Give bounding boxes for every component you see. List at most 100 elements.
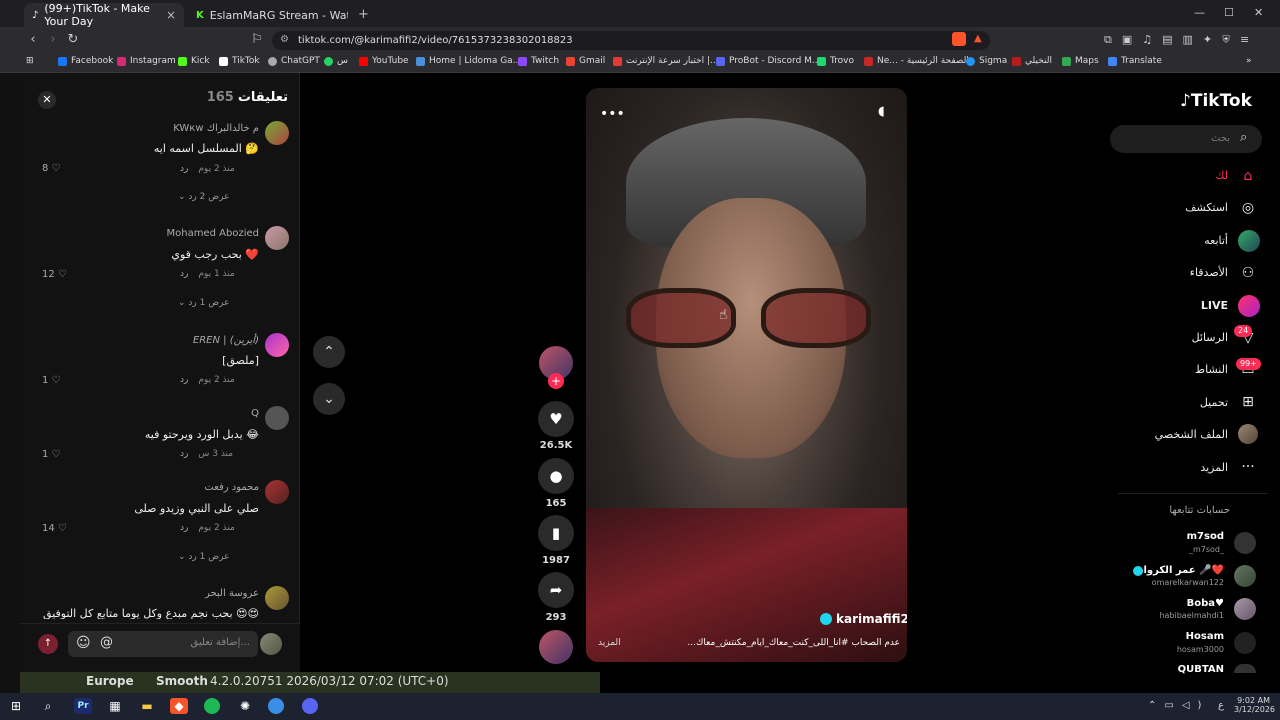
avatar[interactable] (265, 121, 289, 145)
profile-icon[interactable] (1238, 424, 1258, 444)
bookmark-translate[interactable]: Translate (1108, 56, 1162, 66)
follow-plus-icon[interactable]: + (548, 373, 564, 389)
save-icon[interactable]: ▮ (538, 515, 574, 551)
bookmark-chatgpt[interactable]: ChatGPT (268, 56, 320, 66)
url-bar[interactable]: tiktok.com/@karimafifi2/video/7615373238… (272, 31, 990, 50)
nav-messages[interactable]: الرسائل (1118, 331, 1228, 344)
bookmark-probot[interactable]: ProBot - Discord M... (716, 56, 821, 66)
comment-like[interactable]: 14 ♡ (42, 523, 67, 534)
following-avatar[interactable] (1234, 598, 1256, 620)
bookmark-sigma[interactable]: Sigma (966, 56, 1007, 66)
comment-like[interactable]: 8 ♡ (42, 163, 61, 174)
comment-like[interactable]: 1 ♡ (42, 375, 61, 386)
reload-icon[interactable]: ↻ (64, 32, 82, 48)
brave-shield-icon[interactable] (952, 32, 966, 46)
send-comment-icon[interactable]: ↑ (38, 634, 58, 654)
avatar[interactable] (265, 480, 289, 504)
following-avatar[interactable] (1234, 565, 1256, 587)
search-icon[interactable]: ⌕ (39, 698, 57, 714)
nav-live[interactable]: LIVE (1118, 299, 1228, 312)
new-tab-icon[interactable]: + (358, 7, 369, 22)
view-replies[interactable]: ⌄ عرض 2 رد (178, 192, 229, 202)
emoji-icon[interactable]: ☺ (76, 635, 91, 651)
comment-like[interactable]: 1 ♡ (42, 449, 61, 460)
bookmark-youtube[interactable]: YouTube (359, 56, 409, 66)
reply-button[interactable]: رد (180, 523, 188, 533)
home-icon[interactable]: ⌂ (1238, 166, 1258, 186)
language-indicator[interactable]: ع (1218, 700, 1224, 711)
comment-username[interactable]: EREN | (أيرين) (34, 335, 259, 346)
extensions-icons[interactable]: ⧉▣♫▤▥✦⛨≡ (1104, 33, 1259, 47)
back-icon[interactable]: ‹ (24, 32, 42, 48)
avatar[interactable] (265, 586, 289, 610)
following-account-name[interactable]: m7sod (1114, 531, 1224, 542)
view-replies[interactable]: ⌄ عرض 1 رد (178, 552, 229, 562)
bookmark-gmail[interactable]: Gmail (566, 56, 605, 66)
upload-icon[interactable]: ⊞ (1238, 392, 1258, 412)
reply-button[interactable]: رد (180, 449, 188, 459)
forward-icon[interactable]: › (44, 32, 62, 48)
bookmark-icon[interactable]: ⚐ (248, 32, 266, 48)
brave-icon[interactable]: ◆ (170, 698, 188, 714)
comment-username[interactable]: محمود رفعت (34, 482, 259, 493)
site-info-icon[interactable]: ⚙ (280, 34, 289, 45)
chatgpt-icon[interactable]: ✺ (236, 698, 254, 714)
view-replies[interactable]: ⌄ عرض 1 رد (178, 298, 229, 308)
comment-username[interactable]: Q (34, 408, 259, 419)
friends-icon[interactable]: ⚇ (1238, 263, 1258, 283)
following-account-name[interactable]: QUBTAN (1114, 664, 1224, 675)
next-video-icon[interactable]: ⌄ (313, 383, 345, 415)
comment-username[interactable]: عروسة البحر (34, 588, 259, 599)
comment-username[interactable]: Mohamed Abozied (34, 228, 259, 239)
comment-input[interactable]: إضافة تعليق... (68, 631, 258, 657)
bookmark-facebook[interactable]: Facebook (58, 56, 113, 66)
tiktok-logo[interactable]: ♪TikTok (1180, 91, 1252, 111)
brave-rewards-icon[interactable]: ▲ (974, 33, 982, 44)
following-avatar[interactable] (1234, 532, 1256, 554)
nav-explore[interactable]: استكشف (1118, 201, 1228, 214)
maximize-icon[interactable]: ☐ (1224, 6, 1234, 19)
avatar[interactable] (265, 406, 289, 430)
app-icon[interactable] (268, 698, 284, 714)
store-icon[interactable]: ▦ (106, 698, 124, 714)
mention-icon[interactable]: @ (100, 635, 113, 650)
more-icon[interactable]: ··· (1238, 457, 1258, 477)
video-options-icon[interactable]: ••• (600, 106, 625, 122)
volume-icon[interactable]: ◖ (878, 104, 885, 119)
premiere-icon[interactable]: Pr (74, 698, 92, 714)
bookmark-whatsapp[interactable]: س (324, 56, 348, 66)
video-author[interactable]: karimafifi2 (820, 612, 907, 626)
clock[interactable]: 9:02 AM 3/12/2026 (1234, 696, 1275, 714)
like-icon[interactable]: ♥ (538, 401, 574, 437)
bookmarks-overflow-icon[interactable]: » (1246, 56, 1252, 66)
bookmark-maps[interactable]: Maps (1062, 56, 1099, 66)
avatar[interactable] (265, 226, 289, 250)
avatar[interactable] (265, 333, 289, 357)
following-account-name[interactable]: Boba♥ (1114, 598, 1224, 609)
bookmark-nakhily[interactable]: النخيلي (1012, 56, 1052, 66)
close-comments-icon[interactable]: ✕ (38, 91, 56, 109)
following-avatar[interactable] (1234, 664, 1256, 673)
compass-icon[interactable]: ◎ (1238, 198, 1258, 218)
following-avatar[interactable] (1234, 632, 1256, 654)
bookmark-lidoma[interactable]: Home | Lidoma Ga... (416, 56, 521, 66)
bookmark-kick[interactable]: Kick (178, 56, 210, 66)
reply-button[interactable]: رد (180, 164, 188, 174)
bookmark-home[interactable]: Ne... - الصفحة الرئيسية (864, 56, 969, 66)
system-tray-icons[interactable]: ⌃▭◁) (1148, 700, 1209, 711)
following-icon[interactable] (1238, 230, 1260, 252)
nav-for-you[interactable]: لك (1118, 169, 1228, 182)
live-icon[interactable] (1238, 295, 1260, 317)
reply-button[interactable]: رد (180, 269, 188, 279)
bookmark-speedtest[interactable]: اختبار سرعة الإنترنت |... (613, 56, 719, 66)
spotify-icon[interactable] (204, 698, 220, 714)
comment-username[interactable]: KWкw م خالدالبراك (34, 123, 259, 134)
folder-icon[interactable]: ▬ (138, 698, 156, 714)
previous-video-icon[interactable]: ⌃ (313, 336, 345, 368)
following-account-name[interactable]: Hosam (1114, 631, 1224, 642)
share-icon[interactable]: ➦ (538, 572, 574, 608)
reply-button[interactable]: رد (180, 375, 188, 385)
nav-following[interactable]: أتابعه (1118, 234, 1228, 247)
bookmark-tiktok[interactable]: TikTok (219, 56, 260, 66)
video-player[interactable]: ••• ◖ karimafifi2 ...عدم الصحاب #انا_الل… (586, 88, 907, 662)
